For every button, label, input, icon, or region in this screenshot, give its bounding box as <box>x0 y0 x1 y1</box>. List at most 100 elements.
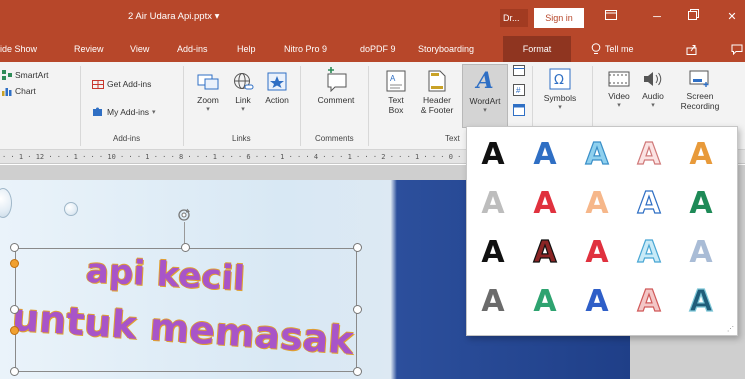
wordart-style-11[interactable]: A <box>473 233 513 273</box>
group-separator <box>368 66 369 146</box>
wordart-style-19[interactable]: A <box>629 282 669 322</box>
smartart-button[interactable]: SmartArt <box>2 70 49 80</box>
add-ins-group-label: Add-ins <box>113 134 141 143</box>
chart-button[interactable]: Chart <box>2 86 36 96</box>
zoom-button[interactable]: Zoom ▾ <box>192 72 224 115</box>
wordart-style-17[interactable]: A <box>525 282 565 322</box>
wordart-style-9[interactable]: A <box>629 184 669 224</box>
tab-storyboarding[interactable]: Storyboarding <box>418 36 474 62</box>
speaker-icon <box>644 72 662 86</box>
wordart-style-16[interactable]: A <box>473 282 513 322</box>
tab-nitro-pro[interactable]: Nitro Pro 9 <box>284 36 327 62</box>
action-button[interactable]: Action <box>262 72 292 105</box>
wordart-line-2[interactable]: untuk memasak <box>11 295 355 363</box>
minimize-icon[interactable]: ─ <box>644 5 670 29</box>
tab-format[interactable]: Format <box>503 36 571 62</box>
chevron-down-icon: ▾ <box>206 106 210 113</box>
wordart-style-8[interactable]: A <box>577 184 617 224</box>
user-account[interactable]: Dr... <box>500 9 528 27</box>
maximize-icon[interactable] <box>680 5 706 29</box>
screen-recording-button[interactable]: Screen Recording <box>674 70 726 111</box>
wordart-style-7[interactable]: A <box>525 184 565 224</box>
text-box-button[interactable]: A Text Box <box>384 70 408 115</box>
share-icon[interactable] <box>686 36 698 62</box>
my-add-ins-button[interactable]: My Add-ins ▾ <box>92 106 156 117</box>
audio-button[interactable]: Audio ▾ <box>638 70 668 111</box>
comment-icon <box>327 67 347 92</box>
video-label: Video <box>608 91 630 101</box>
screen-rec-label-2: Recording <box>680 101 720 111</box>
title-bar: 2 Air Udara Api.pptx ▾ Dr... Sign in ─ ✕ <box>0 0 745 36</box>
zoom-icon <box>197 74 219 90</box>
screen-recording-icon <box>689 70 709 87</box>
chart-label: Chart <box>15 86 36 96</box>
adjustment-handle[interactable] <box>10 259 19 268</box>
resize-handle[interactable] <box>10 243 19 252</box>
tab-review[interactable]: Review <box>74 36 104 62</box>
wordart-button[interactable]: A WordArt ▾ <box>462 64 508 128</box>
close-icon[interactable]: ✕ <box>719 5 745 29</box>
wordart-style-18[interactable]: A <box>577 282 617 322</box>
tab-help[interactable]: Help <box>237 36 256 62</box>
wordart-label: WordArt <box>469 96 501 106</box>
tab-dopdf[interactable]: doPDF 9 <box>360 36 396 62</box>
wordart-style-1[interactable]: A <box>473 135 513 175</box>
wordart-style-15[interactable]: A <box>681 233 721 273</box>
lightbulb-icon <box>591 36 601 62</box>
store-icon <box>92 80 104 89</box>
sign-in-button[interactable]: Sign in <box>534 8 584 28</box>
resize-handle[interactable] <box>10 367 19 376</box>
chart-icon <box>2 88 12 96</box>
get-add-ins-button[interactable]: Get Add-ins <box>92 78 151 89</box>
tell-me-search[interactable]: Tell me <box>605 36 634 62</box>
my-add-ins-label: My Add-ins <box>107 106 150 117</box>
water-drop-decoration <box>0 188 12 218</box>
puzzle-icon <box>93 107 102 116</box>
wordart-style-6[interactable]: A <box>473 184 513 224</box>
svg-text:A: A <box>390 74 396 83</box>
tab-view[interactable]: View <box>130 36 149 62</box>
wordart-style-4[interactable]: A <box>629 135 669 175</box>
screen-rec-label-1: Screen <box>686 91 714 101</box>
wordart-selection-box[interactable]: api kecil untuk memasak <box>11 248 357 372</box>
video-icon <box>608 71 630 87</box>
globe-link-icon <box>234 73 254 90</box>
wordart-style-2[interactable]: A <box>525 135 565 175</box>
rotate-handle-icon[interactable] <box>177 208 191 222</box>
comments-icon[interactable] <box>731 36 743 62</box>
adjustment-handle[interactable] <box>10 326 19 335</box>
wordart-style-10[interactable]: A <box>681 184 721 224</box>
object-button[interactable] <box>512 104 526 118</box>
svg-text:Ω: Ω <box>554 73 564 88</box>
wordart-style-5[interactable]: A <box>681 135 721 175</box>
tab-add-ins[interactable]: Add-ins <box>177 36 208 62</box>
ribbon-display-options-icon[interactable] <box>598 5 624 29</box>
zoom-label: Zoom <box>197 95 219 105</box>
wordart-line-1[interactable]: api kecil <box>85 251 246 299</box>
wordart-style-20[interactable]: A <box>681 282 721 322</box>
symbols-button[interactable]: Ω Symbols ▾ <box>538 68 582 113</box>
resize-handle[interactable] <box>353 305 362 314</box>
ribbon-tabs: ide Show Review View Add-ins Help Nitro … <box>0 36 745 62</box>
tab-slide-show[interactable]: ide Show <box>0 36 37 62</box>
wordart-style-12[interactable]: A <box>525 233 565 273</box>
wordart-style-13[interactable]: A <box>577 233 617 273</box>
resize-handle[interactable] <box>353 243 362 252</box>
group-separator <box>300 66 301 146</box>
comment-button[interactable]: Comment <box>313 66 359 105</box>
document-title: 2 Air Udara Api.pptx ▾ <box>128 11 220 22</box>
wordart-style-14[interactable]: A <box>629 233 669 273</box>
resize-handle[interactable] <box>353 367 362 376</box>
slide-number-button[interactable]: # <box>512 84 526 98</box>
video-button[interactable]: Video ▾ <box>602 70 636 111</box>
link-button[interactable]: Link ▾ <box>230 72 256 115</box>
resize-grip-icon[interactable]: ⋰ <box>727 325 734 333</box>
wordart-icon: A <box>476 68 494 94</box>
chevron-down-icon: ▾ <box>617 102 621 109</box>
resize-handle[interactable] <box>181 243 190 252</box>
resize-handle[interactable] <box>10 305 19 314</box>
chevron-down-icon: ▾ <box>558 104 562 111</box>
wordart-style-3[interactable]: A <box>577 135 617 175</box>
date-time-button[interactable] <box>512 64 526 78</box>
header-footer-button[interactable]: Header & Footer <box>416 70 458 115</box>
